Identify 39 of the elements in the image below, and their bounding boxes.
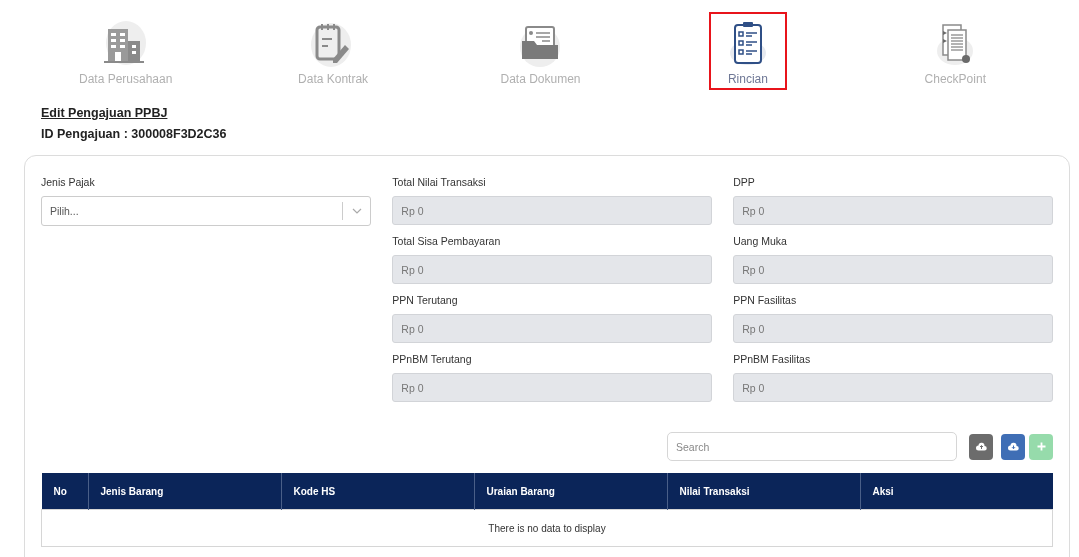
amount-field[interactable]: Rp 0	[392, 196, 713, 225]
field-label: PPN Fasilitas	[733, 294, 797, 306]
submission-id: ID Pengajuan : 300008F3D2C36	[41, 127, 228, 141]
column-header: Nilai Transaksi	[667, 473, 860, 510]
wizard-step[interactable]: Rincian	[708, 12, 787, 90]
field-label: PPnBM Fasilitas	[733, 353, 811, 365]
amount-field[interactable]: Rp 0	[733, 373, 1053, 402]
amount-field[interactable]: Rp 0	[392, 255, 713, 284]
wizard-step[interactable]: CheckPoint	[914, 12, 996, 90]
cloud-upload-icon	[975, 442, 987, 451]
plus-icon	[1036, 442, 1046, 451]
column-header: No	[41, 473, 88, 510]
amount-field[interactable]: Rp 0	[733, 314, 1053, 343]
field-label: DPP	[733, 176, 755, 188]
empty-table-message: There is no data to display	[41, 509, 1053, 547]
search-field[interactable]: Search	[667, 432, 957, 461]
field-label: PPN Terutang	[392, 294, 458, 306]
field-label: PPnBM Terutang	[392, 353, 472, 365]
field-label: Uang Muka	[733, 235, 787, 247]
wizard-step[interactable]: Data Dokumen	[490, 12, 591, 90]
tax-type-select[interactable]: Pilih...	[41, 196, 372, 226]
upload-button[interactable]	[969, 433, 993, 460]
column-header: Uraian Barang	[474, 473, 667, 510]
wizard-step[interactable]: Data Perusahaan	[69, 12, 183, 90]
field-label: Total Nilai Transaksi	[392, 176, 486, 188]
column-header: Aksi	[860, 473, 1053, 510]
amount-field[interactable]: Rp 0	[392, 373, 713, 402]
amount-field[interactable]: Rp 0	[733, 255, 1053, 284]
page-title-link[interactable]: Edit Pengajuan PPBJ	[41, 106, 168, 120]
amount-field[interactable]: Rp 0	[392, 314, 713, 343]
amount-field[interactable]: Rp 0	[733, 196, 1053, 225]
wizard-step[interactable]: Data Kontrak	[288, 12, 379, 90]
field-label: Total Sisa Pembayaran	[392, 235, 501, 247]
download-button[interactable]	[1001, 433, 1025, 460]
chevron-down-icon	[352, 208, 363, 214]
field-label: Jenis Pajak	[41, 176, 95, 188]
cloud-download-icon	[1007, 442, 1019, 451]
column-header: Jenis Barang	[88, 473, 281, 510]
column-header: Kode HS	[281, 473, 474, 510]
